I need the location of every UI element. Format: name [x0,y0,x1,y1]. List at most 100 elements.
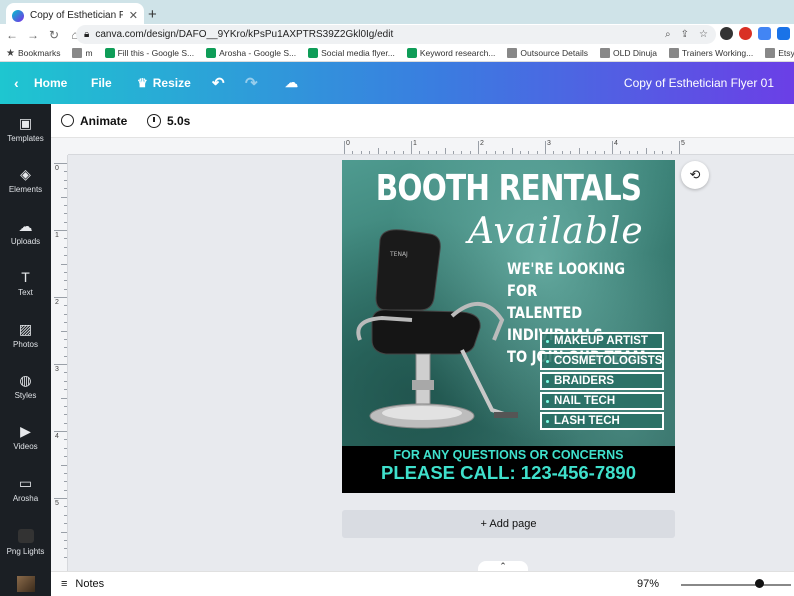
bookmark-item[interactable]: Keyword research... [401,48,502,58]
sidebar-item-uploads[interactable]: ☁ Uploads [0,219,51,246]
flyer-page[interactable]: TENAJ BOOTH RENTALS Available WE'RE LOOK… [342,160,675,493]
templates-icon: ▣ [18,115,33,131]
star-icon: ★ [6,47,15,59]
ruler-minor-tick [620,151,622,154]
ruler-minor-tick [64,514,67,516]
sidebar-item-label: Arosha [12,494,39,503]
bookmark-label: Social media flyer... [321,48,395,58]
ruler-minor-tick [64,171,67,173]
design-title[interactable]: Copy of Esthetician Flyer 01 [624,76,774,90]
new-tab-button[interactable]: + [148,6,157,23]
bookmark-item[interactable]: Social media flyer... [302,48,401,58]
address-bar: ← → ↻ ⌂ 🔒︎ canva.com/design/DAFO__9YKro/… [0,24,794,45]
add-page-button[interactable]: + Add page [342,510,675,538]
sidebar-item-label: Text [18,288,33,297]
ruler-minor-tick [402,151,404,154]
undo-icon[interactable]: ↶ [212,74,225,92]
bookmark-item[interactable]: Arosha - Google S... [200,48,302,58]
ruler-minor-tick [61,531,67,533]
animate-button[interactable]: Animate [61,114,127,128]
refresh-comment-icon[interactable]: ⟲ [681,161,709,189]
bookmark-item[interactable]: OLD Dinuja [594,48,663,58]
extension-icon[interactable] [720,27,733,40]
flyer-subtitle[interactable]: Available [468,211,644,252]
ruler-minor-tick [64,179,67,181]
extension-icon[interactable] [758,27,771,40]
ruler-minor-tick [360,151,362,154]
crown-icon: ♛ [137,76,148,90]
ruler-tick [344,141,345,154]
bookmark-item[interactable]: Fill this - Google S... [99,48,201,58]
bookmark-star-icon[interactable]: ☆ [699,29,708,40]
ruler-tick-label: 3 [55,366,59,373]
redo-icon[interactable]: ↷ [245,74,258,92]
zoom-slider[interactable] [681,584,791,586]
ruler-minor-tick [369,151,371,154]
sidebar-item-styles[interactable]: ◍ Styles [0,373,51,400]
zoom-icon[interactable]: ⌕ [665,29,671,40]
reload-icon[interactable]: ↻ [45,28,63,42]
ruler-minor-tick [64,288,67,290]
opera-extension-icon[interactable] [739,27,752,40]
zoom-percentage[interactable]: 97% [637,578,659,590]
flyer-call-text[interactable]: PLEASE CALL: 123-456-7890 [342,462,675,484]
ruler-minor-tick [444,148,446,154]
role-item[interactable]: MAKEUP ARTIST [540,332,664,350]
ruler-minor-tick [662,151,664,154]
ruler-minor-tick [54,498,67,499]
extension-icon[interactable] [777,27,790,40]
notes-button[interactable]: ≡ Notes [61,578,104,590]
ruler-minor-tick [519,151,521,154]
sidebar-item-png-lights[interactable]: Png Lights [0,529,51,556]
role-item[interactable]: LASH TECH [540,412,664,430]
sidebar-item-photos[interactable]: ▨ Photos [0,322,51,349]
sidebar-item-elements[interactable]: ◈ Elements [0,167,51,194]
ruler-minor-tick [64,456,67,458]
chevron-left-icon[interactable]: ‹ [14,75,19,91]
cloud-saved-icon[interactable]: ☁ [285,75,298,91]
url-input[interactable]: 🔒︎ canva.com/design/DAFO__9YKro/kPsPu1AX… [76,25,716,44]
bookmark-item[interactable]: m [66,48,98,58]
forward-icon[interactable]: → [24,28,42,42]
google-sheets-icon [308,48,319,58]
flyer-title[interactable]: BOOTH RENTALS [372,168,645,209]
home-button[interactable]: Home [34,76,67,90]
looking-line: WE'RE LOOKING FOR [507,259,626,300]
resize-label: Resize [152,76,191,90]
ruler-minor-tick [452,151,454,154]
image-thumbnail[interactable] [17,576,35,592]
flyer-questions-text[interactable]: FOR ANY QUESTIONS OR CONCERNS [342,448,675,462]
sidebar-item-arosha[interactable]: ▭ Arosha [0,476,51,503]
ruler-tick [545,141,546,154]
ruler-minor-tick [64,372,67,374]
ruler-minor-tick [64,355,67,357]
sidebar-item-templates[interactable]: ▣ Templates [0,116,51,143]
zoom-slider-handle[interactable] [755,579,765,588]
sidebar-item-text[interactable]: T Text [0,270,51,297]
ruler-minor-tick [64,221,67,223]
bookmark-label: Trainers Working... [681,48,754,58]
sidebar-item-videos[interactable]: ▶ Videos [0,424,51,451]
back-icon[interactable]: ← [3,28,21,42]
ruler-minor-tick [645,148,647,154]
bookmark-item[interactable]: Etsy and other pla... [759,48,794,58]
role-item[interactable]: NAIL TECH [540,392,664,410]
share-icon[interactable]: ⇪ [681,29,689,40]
ruler-tick-label: 2 [480,140,484,147]
role-item[interactable]: BRAIDERS [540,372,664,390]
ruler-minor-tick [511,148,513,154]
duration-button[interactable]: 5.0s [147,113,190,128]
role-item[interactable]: COSMETOLOGISTS [540,352,664,370]
ruler-minor-tick [64,523,67,525]
ruler-minor-tick [637,151,639,154]
file-menu-button[interactable]: File [91,76,112,90]
close-tab-icon[interactable]: ✕ [129,9,138,22]
ruler-minor-tick [385,151,387,154]
bookmark-item[interactable]: Outsource Details [501,48,594,58]
resize-button[interactable]: ♛ Resize [137,76,191,90]
bookmark-item[interactable]: ★ Bookmarks [0,48,66,59]
ruler-minor-tick [64,322,67,324]
bookmark-item[interactable]: Trainers Working... [663,48,759,58]
ruler-minor-tick [553,151,555,154]
ruler-minor-tick [64,347,67,349]
